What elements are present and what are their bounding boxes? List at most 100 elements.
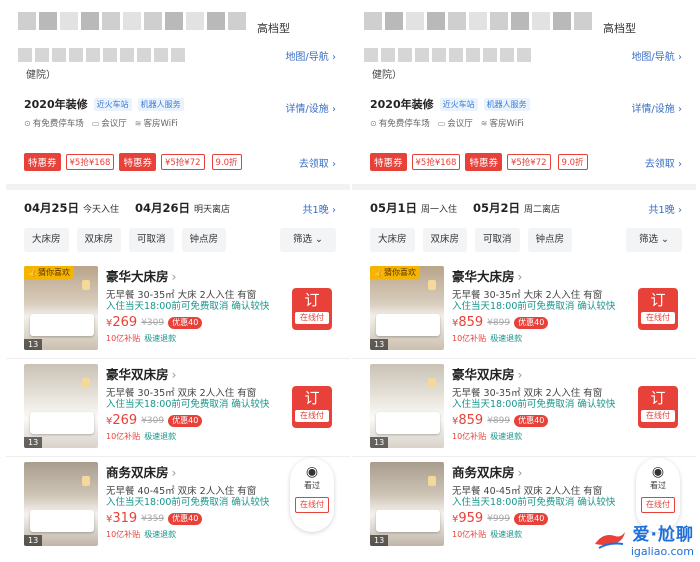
price-original: ¥309 — [141, 317, 165, 328]
checkin-sub: 今天入住 — [83, 204, 120, 215]
checkin-sub: 周一入住 — [421, 204, 458, 215]
checkout-date[interactable]: 04月26日 — [135, 200, 190, 216]
refund-tag: 极速退款 — [144, 530, 177, 539]
viewed-label: 看过 — [650, 481, 666, 490]
coupon-row[interactable]: 特惠券 ¥5抢¥168 特惠券 ¥5抢¥72 9.0折 去领取 › — [370, 152, 682, 172]
nights-count[interactable]: 共1晚 › — [648, 201, 682, 216]
filter-more-button[interactable]: 筛选 ⌄ — [626, 228, 682, 252]
book-button[interactable]: 订 在线付 — [638, 288, 678, 330]
filter-king-bed[interactable]: 大床房 — [370, 228, 415, 252]
meeting-icon: ▭ — [91, 119, 100, 128]
room-name[interactable]: 商务双床房 › — [106, 462, 296, 481]
book-button[interactable]: 订 在线付 — [292, 288, 332, 330]
room-policy: 入住当天18:00前可免费取消 确认较快 — [452, 301, 616, 312]
hotel-info-row: 2020年装修 近火车站 机器人服务 ⊙ 有免费停车场 ▭ 会议厅 ≋ 客房WiFi … — [6, 96, 350, 136]
thumbs-up-icon: 👍 — [374, 268, 384, 277]
facility-parking: ⊙ 有免费停车场 — [24, 119, 84, 129]
coupon-value-1: ¥5抢¥168 — [65, 154, 115, 170]
filter-king-bed[interactable]: 大床房 — [24, 228, 69, 252]
room-name[interactable]: 豪华大床房 › — [452, 266, 642, 285]
viewed-floating-button[interactable]: ◉ 看过 在线付 — [290, 458, 334, 532]
price-discount-badge: 优惠40 — [168, 414, 203, 427]
price-current: ¥959 — [452, 511, 484, 526]
room-card[interactable]: 13 豪华双床房 › 无早餐 30-35㎡ 双床 2人入住 有窗 入住当天18:0… — [370, 364, 682, 452]
hotel-info-row: 2020年装修 近火车站 机器人服务 ⊙ 有免费停车场 ▭ 会议厅 ≋ 客房WiFi … — [352, 96, 696, 136]
checkin-date[interactable]: 04月25日 — [24, 200, 79, 216]
room-name[interactable]: 豪华双床房 › — [452, 364, 642, 383]
chevron-down-icon: ⌄ — [661, 234, 669, 245]
coupon-row[interactable]: 特惠券 ¥5抢¥168 特惠券 ¥5抢¥72 9.0折 去领取 › — [24, 152, 336, 172]
divider — [6, 456, 350, 457]
site-watermark: 爱·尬聊 igaliao.com — [593, 520, 694, 558]
price-discount-badge: 优惠40 — [514, 316, 549, 329]
room-card[interactable]: 👍猜你喜欢 13 豪华大床房 › 无早餐 30-35㎡ 大床 2人入住 有窗 入住… — [370, 266, 682, 354]
price-original: ¥899 — [487, 317, 511, 328]
hotel-class-label: 高档型 — [603, 22, 636, 35]
room-photo[interactable]: 13 — [370, 462, 444, 546]
date-selector[interactable]: 04月25日 今天入住 04月26日 明天离店 共1晚 › — [24, 200, 336, 216]
room-desc: 无早餐 40-45㎡ 双床 2人入住 有窗 — [106, 486, 257, 497]
coupon-label-2: 特惠券 — [465, 153, 502, 171]
price-original: ¥309 — [141, 415, 165, 426]
coupon-value-1: ¥5抢¥168 — [411, 154, 461, 170]
room-photo[interactable]: 👍猜你喜欢 13 — [24, 266, 98, 350]
checkin-date[interactable]: 05月1日 — [370, 200, 417, 216]
room-desc: 无早餐 30-35㎡ 大床 2人入住 有窗 — [106, 290, 257, 301]
book-button[interactable]: 订 在线付 — [638, 386, 678, 428]
map-navigation-link[interactable]: 地图/导航 › — [285, 48, 336, 63]
room-card[interactable]: 13 商务双床房 › 无早餐 40-45㎡ 双床 2人入住 有窗 入住当天18:0… — [24, 458, 336, 550]
address-tail: 健院） — [372, 70, 402, 81]
nights-count[interactable]: 共1晚 › — [302, 201, 336, 216]
claim-coupon-link[interactable]: 去领取 › — [645, 155, 682, 170]
hotel-class-label: 高档型 — [257, 22, 290, 35]
map-navigation-link[interactable]: 地图/导航 › — [631, 48, 682, 63]
thumbs-up-icon: 👍 — [28, 268, 38, 277]
room-name[interactable]: 豪华大床房 › — [106, 266, 296, 285]
photo-count: 13 — [370, 535, 389, 546]
room-filters: 大床房 双床房 可取消 钟点房 筛选 ⌄ — [24, 228, 336, 252]
price-original: ¥359 — [141, 513, 165, 524]
filter-hourly[interactable]: 钟点房 — [181, 228, 227, 252]
price-current: ¥269 — [106, 315, 138, 330]
facility-wifi: ≋ 客房WiFi — [134, 119, 178, 129]
price-discount-badge: 优惠40 — [168, 512, 203, 525]
details-facilities-link[interactable]: 详情/设施 › — [285, 100, 336, 115]
guess-you-like-badge: 👍猜你喜欢 — [370, 266, 420, 279]
room-photo[interactable]: 13 — [370, 364, 444, 448]
filter-twin-bed[interactable]: 双床房 — [422, 228, 468, 252]
room-card[interactable]: 13 豪华双床房 › 无早餐 30-35㎡ 双床 2人入住 有窗 入住当天18:0… — [24, 364, 336, 452]
checkout-sub: 周二离店 — [524, 204, 561, 215]
chevron-down-icon: ⌄ — [315, 234, 323, 245]
claim-coupon-link[interactable]: 去领取 › — [299, 155, 336, 170]
filter-more-button[interactable]: 筛选 ⌄ — [280, 228, 336, 252]
meeting-icon: ▭ — [437, 119, 446, 128]
checkout-date[interactable]: 05月2日 — [473, 200, 520, 216]
price-original: ¥999 — [487, 513, 511, 524]
eye-icon: ◉ — [305, 464, 319, 480]
online-pay-button[interactable]: 在线付 — [641, 497, 675, 513]
details-facilities-link[interactable]: 详情/设施 › — [631, 100, 682, 115]
filter-cancellable[interactable]: 可取消 — [129, 228, 174, 252]
hotel-header: 高档型 地图/导航 › — [352, 0, 696, 63]
online-pay-button[interactable]: 在线付 — [295, 497, 329, 513]
price-discount-badge: 优惠40 — [168, 316, 203, 329]
chevron-right-icon: › — [171, 269, 177, 284]
parking-icon: ⊙ — [24, 119, 31, 128]
date-selector[interactable]: 05月1日 周一入住 05月2日 周二离店 共1晚 › — [370, 200, 682, 216]
parking-icon: ⊙ — [370, 119, 377, 128]
room-photo[interactable]: 13 — [24, 364, 98, 448]
hotel-address-blurred — [18, 48, 185, 62]
room-name[interactable]: 豪华双床房 › — [106, 364, 296, 383]
hotel-name-blurred — [364, 12, 592, 30]
filter-cancellable[interactable]: 可取消 — [475, 228, 520, 252]
room-photo[interactable]: 13 — [24, 462, 98, 546]
section-separator — [6, 184, 350, 190]
filter-hourly[interactable]: 钟点房 — [527, 228, 573, 252]
room-photo[interactable]: 👍猜你喜欢 13 — [370, 266, 444, 350]
refund-tag: 极速退款 — [144, 432, 177, 441]
filter-twin-bed[interactable]: 双床房 — [76, 228, 122, 252]
room-name[interactable]: 商务双床房 › — [452, 462, 642, 481]
room-card[interactable]: 👍猜你喜欢 13 豪华大床房 › 无早餐 30-35㎡ 大床 2人入住 有窗 入住… — [24, 266, 336, 354]
book-button[interactable]: 订 在线付 — [292, 386, 332, 428]
tag-near-station: 近火车站 — [439, 97, 478, 111]
